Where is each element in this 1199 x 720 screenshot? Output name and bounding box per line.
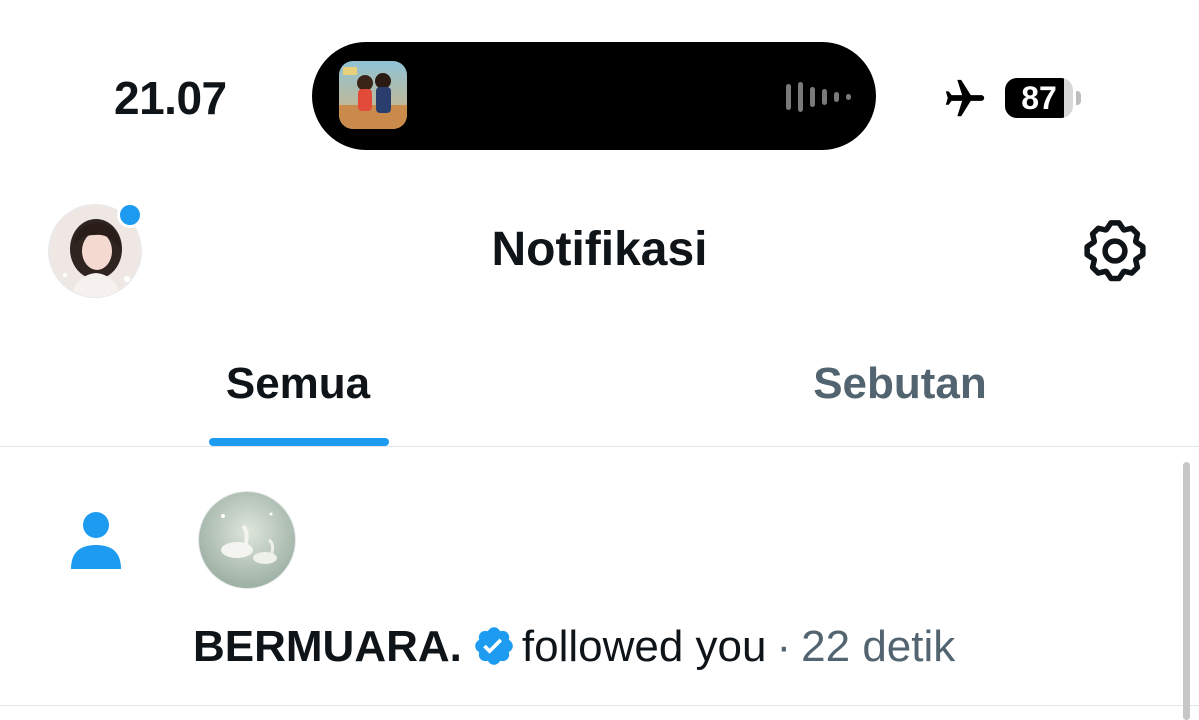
status-time: 21.07: [114, 72, 227, 124]
notification-item[interactable]: BERMUARA. followed you · 22 detik: [0, 447, 1199, 706]
notification-action: followed you: [521, 622, 767, 671]
dynamic-island[interactable]: [312, 42, 876, 150]
battery-cap: [1076, 91, 1081, 105]
audio-waveform-icon: [786, 82, 851, 112]
gear-icon[interactable]: [1082, 218, 1148, 284]
notification-time: 22 detik: [801, 622, 956, 671]
page-title: Notifikasi: [491, 223, 708, 276]
battery-level: 87: [1021, 80, 1057, 116]
now-playing-artwork[interactable]: [339, 61, 407, 129]
notifications-screen: 21.07 87 Notifikasi Semua Sebutan BERMUA…: [0, 0, 1199, 720]
verified-badge-icon: [475, 627, 513, 665]
tab-all[interactable]: Semua: [198, 358, 398, 410]
person-icon: [71, 512, 121, 569]
follower-avatar[interactable]: [198, 491, 296, 589]
follower-name[interactable]: BERMUARA.: [193, 622, 462, 671]
active-tab-indicator: [209, 438, 389, 446]
battery-indicator: 87: [1005, 78, 1081, 118]
notification-tabs: Semua Sebutan: [0, 336, 1199, 447]
scrollbar[interactable]: [1183, 462, 1190, 720]
tab-mentions[interactable]: Sebutan: [790, 358, 1010, 410]
notification-text: BERMUARA. followed you · 22 detik: [193, 621, 955, 673]
battery-body: 87: [1005, 78, 1073, 118]
airplane-icon: [945, 79, 985, 117]
separator-dot: ·: [776, 622, 792, 671]
